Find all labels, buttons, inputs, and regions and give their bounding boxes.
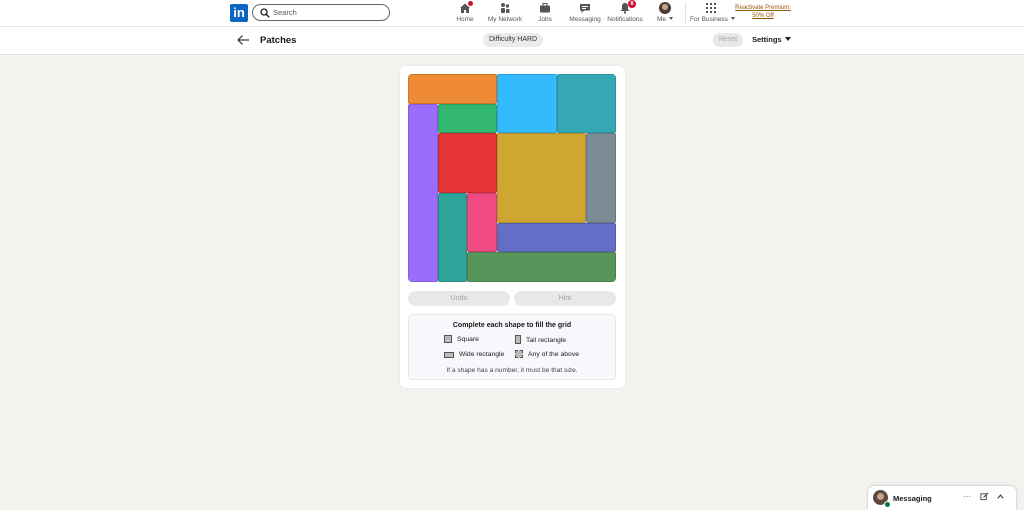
difficulty-badge: Difficulty HARD bbox=[483, 33, 544, 47]
nav-label-for-business: For Business bbox=[690, 16, 735, 23]
patch-teal[interactable] bbox=[556, 74, 616, 134]
patch-sea[interactable] bbox=[437, 192, 468, 282]
search-icon bbox=[260, 8, 270, 18]
patch-moss[interactable] bbox=[467, 252, 616, 282]
avatar bbox=[659, 2, 671, 14]
notification-count-badge: 8 bbox=[628, 0, 636, 8]
undo-button[interactable]: Undo bbox=[408, 291, 510, 306]
chevron-up-icon[interactable] bbox=[995, 492, 1005, 502]
top-nav: in Search Home My Network Jobs Messaging bbox=[0, 0, 1024, 27]
patch-purple[interactable] bbox=[408, 103, 438, 282]
settings-dropdown[interactable]: Settings bbox=[752, 34, 791, 46]
linkedin-logo[interactable]: in bbox=[230, 4, 248, 22]
patch-sky[interactable] bbox=[497, 74, 557, 134]
chevron-down-icon bbox=[669, 17, 674, 20]
legend-square: Square bbox=[444, 335, 479, 344]
back-arrow-icon[interactable] bbox=[236, 34, 250, 46]
nav-notifications[interactable]: 8 Notifications bbox=[606, 0, 644, 24]
premium-line-2: 50% Off bbox=[752, 12, 774, 19]
patch-pink[interactable] bbox=[467, 192, 498, 253]
puzzle-grid[interactable] bbox=[408, 74, 616, 282]
settings-label: Settings bbox=[752, 35, 782, 44]
reset-button[interactable]: Reset bbox=[713, 33, 743, 47]
nav-messaging[interactable]: Messaging bbox=[568, 2, 602, 24]
messaging-label: Messaging bbox=[893, 494, 932, 503]
game-header: Patches Difficulty HARD Reset Settings bbox=[0, 27, 1024, 55]
patch-slate[interactable] bbox=[586, 133, 616, 223]
compose-icon[interactable] bbox=[979, 492, 989, 502]
nav-divider bbox=[685, 2, 686, 24]
legend-tall: Tall rectangle bbox=[515, 335, 566, 345]
wide-rectangle-icon bbox=[444, 352, 454, 358]
messaging-overlay[interactable]: Messaging ··· bbox=[868, 486, 1016, 510]
patch-indigo[interactable] bbox=[497, 222, 616, 253]
nav-label-messaging: Messaging bbox=[569, 16, 601, 23]
reactivate-premium-link[interactable]: Reactivate Premium: 50% Off bbox=[732, 5, 794, 20]
bell-icon: 8 bbox=[619, 0, 636, 14]
nav-for-business[interactable]: For Business bbox=[690, 2, 735, 24]
nav-label-jobs: Jobs bbox=[538, 16, 552, 23]
premium-line-1: Reactivate Premium: bbox=[735, 5, 791, 11]
legend-any: Any of the above bbox=[515, 350, 579, 359]
chevron-down-icon bbox=[784, 37, 791, 41]
nav-jobs[interactable]: Jobs bbox=[535, 2, 555, 24]
nav-label-home: Home bbox=[456, 16, 474, 23]
page-title: Patches bbox=[260, 35, 297, 46]
nav-me[interactable]: Me bbox=[655, 2, 675, 24]
patch-green[interactable] bbox=[437, 103, 498, 134]
rules-panel: Complete each shape to fill the grid Squ… bbox=[408, 314, 616, 380]
home-icon bbox=[459, 1, 473, 14]
nav-my-network[interactable]: My Network bbox=[487, 2, 523, 24]
nav-label-my-network: My Network bbox=[487, 16, 523, 23]
patch-gold[interactable] bbox=[497, 133, 587, 223]
rules-note: If a shape has a number, it must be that… bbox=[446, 367, 578, 374]
grid-icon bbox=[705, 2, 717, 14]
rules-title: Complete each shape to fill the grid bbox=[452, 322, 572, 329]
nav-home[interactable]: Home bbox=[454, 1, 476, 24]
briefcase-icon bbox=[539, 2, 551, 14]
nav-label-me: Me bbox=[655, 16, 675, 23]
nav-label-notifications: Notifications bbox=[607, 16, 643, 23]
home-dot bbox=[468, 1, 473, 6]
square-icon bbox=[444, 335, 452, 343]
search-input[interactable]: Search bbox=[252, 4, 390, 21]
online-status-icon bbox=[884, 501, 891, 508]
people-icon bbox=[499, 2, 511, 14]
legend-wide: Wide rectangle bbox=[444, 350, 504, 359]
patch-orange[interactable] bbox=[408, 74, 498, 104]
more-options-icon[interactable]: ··· bbox=[962, 492, 972, 502]
hint-button[interactable]: Hint bbox=[514, 291, 616, 306]
search-placeholder: Search bbox=[273, 8, 297, 17]
chat-icon bbox=[579, 2, 591, 14]
any-shape-icon bbox=[515, 350, 523, 358]
patch-red[interactable] bbox=[437, 133, 498, 193]
tall-rectangle-icon bbox=[515, 335, 521, 344]
